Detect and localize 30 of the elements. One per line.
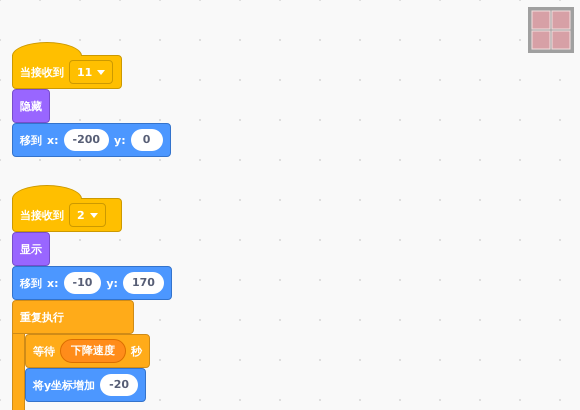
block-label: 秒 <box>131 344 142 358</box>
block-label: 等待 <box>33 344 55 358</box>
block-label: 显示 <box>20 242 42 256</box>
variable-reporter[interactable]: 下降速度 <box>60 339 126 363</box>
block-label: 当接收到 <box>20 64 64 80</box>
number-input[interactable]: -20 <box>100 374 138 396</box>
block-label: x: <box>47 276 58 290</box>
block-label: 重复执行 <box>20 310 64 324</box>
loop-block[interactable]: 重复执行 <box>12 300 134 334</box>
block-label: 隐藏 <box>20 98 42 114</box>
code-block[interactable]: 等待 下降速度 秒 <box>25 334 150 368</box>
tile-grid-icon[interactable] <box>528 7 574 53</box>
block-label: x: <box>47 134 58 146</box>
number-input[interactable]: 0 <box>130 129 163 151</box>
block-label: 当接收到 <box>20 208 64 222</box>
block-label: y: <box>106 276 118 290</box>
code-block[interactable]: 移到 x: -10 y: 170 <box>12 266 172 300</box>
code-block[interactable]: 隐藏 <box>12 89 50 123</box>
block-label: y: <box>114 134 126 146</box>
caret-icon <box>90 212 98 218</box>
number-input[interactable]: -10 <box>64 272 102 294</box>
block-label: 将y坐标增加 <box>33 378 96 392</box>
code-block[interactable]: 显示 <box>12 232 50 266</box>
block-label: 移到 <box>20 276 42 290</box>
code-block[interactable]: 将y坐标增加 -20 <box>25 368 146 402</box>
code-block[interactable]: 移到 x: -200 y: 0 <box>12 123 171 157</box>
caret-icon <box>97 70 106 74</box>
block-label: 移到 <box>20 132 42 148</box>
number-input[interactable]: 170 <box>122 272 164 294</box>
number-input[interactable]: -200 <box>64 129 110 151</box>
